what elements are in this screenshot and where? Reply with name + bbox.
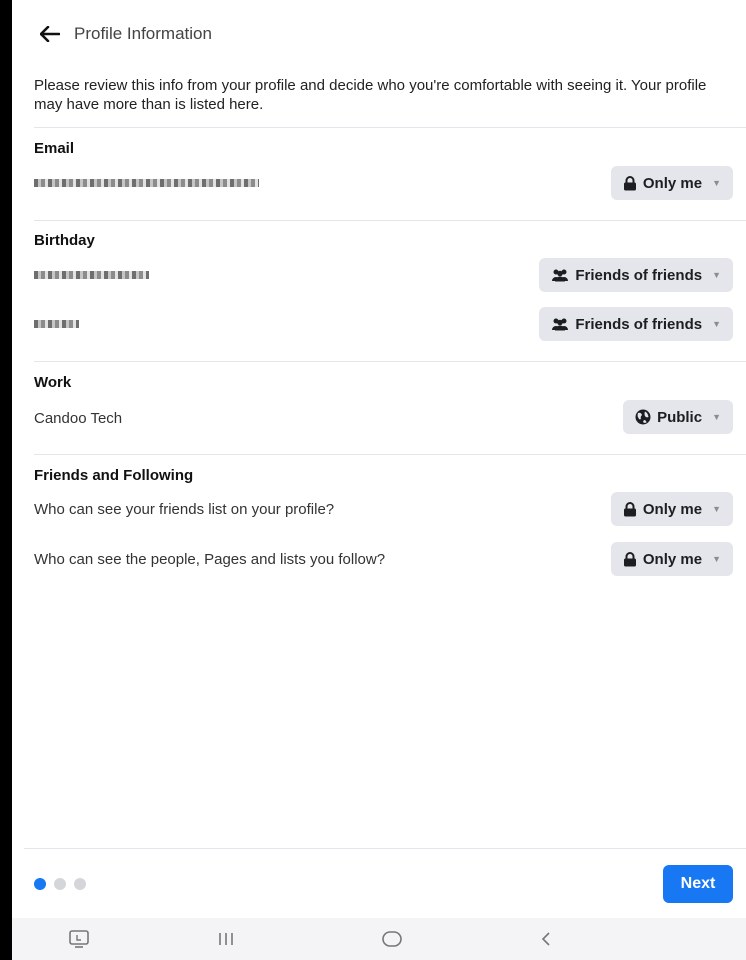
- page-dot: [54, 878, 66, 890]
- email-value-redacted: [34, 179, 259, 187]
- work-value: Candoo Tech: [34, 410, 123, 427]
- email-section-title: Email: [34, 140, 75, 157]
- friends-list-audience-button[interactable]: Only me ▼: [610, 492, 733, 526]
- birthday-year-redacted: [34, 320, 79, 328]
- friends-section-title: Friends and Following: [34, 467, 194, 484]
- audience-label: Friends of friends: [575, 266, 703, 284]
- intro-text: Please review this info from your profil…: [34, 77, 707, 113]
- audience-label: Only me: [642, 500, 703, 518]
- lock-icon: [623, 551, 637, 567]
- back-nav-button[interactable]: [521, 918, 571, 960]
- recent-apps-icon: [219, 933, 233, 945]
- page-title: Profile Information: [74, 24, 212, 43]
- page-dot: [74, 878, 86, 890]
- screenshot-button[interactable]: [54, 918, 104, 960]
- people-icon: [551, 317, 569, 331]
- header: Profile Information: [12, 14, 746, 54]
- home-icon: [382, 931, 402, 947]
- divider: [34, 127, 746, 128]
- caret-down-icon: ▼: [712, 504, 721, 514]
- back-button[interactable]: [30, 14, 70, 54]
- birthday-section-title: Birthday: [34, 232, 95, 249]
- home-button[interactable]: [367, 918, 417, 960]
- divider: [34, 220, 746, 221]
- divider: [34, 454, 746, 455]
- caret-down-icon: ▼: [712, 554, 721, 564]
- back-nav-icon: [541, 932, 550, 946]
- page-indicator: [34, 878, 86, 890]
- following-audience-button[interactable]: Only me ▼: [610, 542, 733, 576]
- birthday-date-redacted: [34, 271, 149, 279]
- caret-down-icon: ▼: [712, 319, 721, 329]
- email-audience-button[interactable]: Only me ▼: [610, 166, 733, 200]
- next-button[interactable]: Next: [663, 865, 733, 903]
- work-audience-button[interactable]: Public ▼: [623, 400, 733, 434]
- recent-apps-button[interactable]: [201, 918, 251, 960]
- audience-label: Only me: [642, 174, 703, 192]
- divider: [34, 361, 746, 362]
- system-navigation-bar: [12, 918, 746, 960]
- globe-icon: [635, 409, 651, 425]
- following-question: Who can see the people, Pages and lists …: [34, 551, 386, 568]
- friends-list-question: Who can see your friends list on your pr…: [34, 501, 335, 518]
- audience-label: Public: [657, 408, 703, 426]
- caret-down-icon: ▼: [712, 178, 721, 188]
- footer-divider: [24, 848, 746, 849]
- caret-down-icon: ▼: [712, 270, 721, 280]
- birthday-year-audience-button[interactable]: Friends of friends ▼: [539, 307, 733, 341]
- audience-label: Friends of friends: [575, 315, 703, 333]
- page-dot-active: [34, 878, 46, 890]
- work-section-title: Work: [34, 374, 72, 391]
- people-icon: [551, 268, 569, 282]
- screenshot-icon: [69, 930, 89, 948]
- audience-label: Only me: [642, 550, 703, 568]
- screen: Profile Information Please review this i…: [12, 0, 746, 960]
- lock-icon: [623, 175, 637, 191]
- caret-down-icon: ▼: [712, 412, 721, 422]
- lock-icon: [623, 501, 637, 517]
- arrow-left-icon: [40, 26, 60, 42]
- birthday-date-audience-button[interactable]: Friends of friends ▼: [539, 258, 733, 292]
